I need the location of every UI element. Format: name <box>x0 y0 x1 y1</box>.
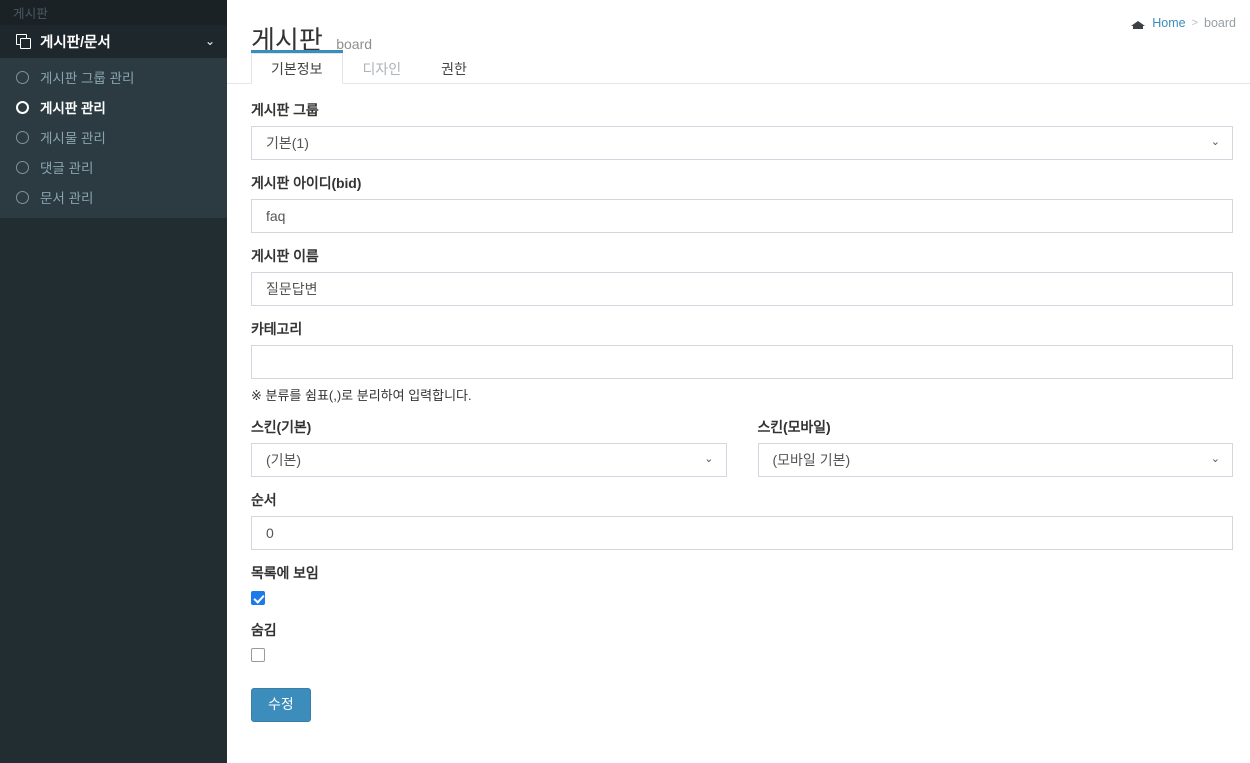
circle-o-icon <box>16 130 29 144</box>
content-area: 게시판 board Home > board 기본정보 디자인 권한 게시판 그… <box>227 0 1250 763</box>
sidebar-tree-header[interactable]: 게시판/문서 ⌄ <box>0 25 227 58</box>
field-board-group: 게시판 그룹 기본(1) ⌄ <box>251 100 1233 160</box>
page-header: 게시판 board Home > board <box>227 0 1250 54</box>
skin-default-label: 스킨(기본) <box>251 419 312 435</box>
sidebar: 게시판 게시판/문서 ⌄ 게시판 그룹 관리 게시판 관리 게시물 관리 댓글 … <box>0 0 227 763</box>
field-category: 카테고리 ※ 분류를 쉼표(,)로 분리하여 입력합니다. <box>251 319 1233 404</box>
sidebar-item-label: 문서 관리 <box>40 191 94 206</box>
field-skin-mobile: 스킨(모바일) (모바일 기본) ⌄ <box>757 417 1233 477</box>
board-name-input[interactable] <box>251 272 1233 306</box>
sidebar-item-label: 댓글 관리 <box>40 161 94 176</box>
clone-icon <box>16 34 31 49</box>
board-group-select-wrap: 기본(1) ⌄ <box>251 126 1233 160</box>
sidebar-item-label: 게시물 관리 <box>40 131 106 146</box>
skin-mobile-select-wrap: (모바일 기본) ⌄ <box>757 443 1233 477</box>
field-board-name: 게시판 이름 <box>251 246 1233 306</box>
category-input[interactable] <box>251 345 1233 379</box>
sidebar-item-comment-manage[interactable]: 댓글 관리 <box>0 152 227 182</box>
chevron-down-icon: ⌄ <box>204 33 215 48</box>
sidebar-item-label: 게시판 그룹 관리 <box>40 71 135 86</box>
admin-page: 게시판 게시판/문서 ⌄ 게시판 그룹 관리 게시판 관리 게시물 관리 댓글 … <box>0 0 1250 763</box>
skin-default-select[interactable]: (기본) <box>251 443 727 477</box>
show-in-list-checkbox[interactable] <box>251 590 265 605</box>
sidebar-tree-label: 게시판/문서 <box>40 35 111 51</box>
sidebar-brand: 게시판 <box>0 0 227 25</box>
board-settings-form: 게시판 그룹 기본(1) ⌄ 게시판 아이디(bid) 게시판 이름 카테고리 <box>227 84 1250 722</box>
field-show-in-list: 목록에 보임 <box>251 563 1233 607</box>
tab-basic-info[interactable]: 기본정보 <box>251 50 343 84</box>
board-id-label: 게시판 아이디(bid) <box>251 173 1233 193</box>
skin-mobile-label: 스킨(모바일) <box>757 419 831 435</box>
breadcrumb-separator: > <box>1191 17 1199 29</box>
skin-mobile-select[interactable]: (모바일 기본) <box>757 443 1233 477</box>
category-hint: ※ 분류를 쉼표(,)로 분리하여 입력합니다. <box>251 388 472 403</box>
circle-o-icon <box>16 190 29 204</box>
breadcrumb: Home > board <box>1131 16 1236 30</box>
circle-o-icon <box>16 70 29 84</box>
sidebar-item-label: 게시판 관리 <box>40 101 106 116</box>
sidebar-item-board-group[interactable]: 게시판 그룹 관리 <box>0 62 227 92</box>
field-order: 순서 <box>251 490 1233 550</box>
hidden-checkbox[interactable] <box>251 647 265 662</box>
tab-design[interactable]: 디자인 <box>343 53 422 84</box>
board-id-input[interactable] <box>251 199 1233 233</box>
order-label: 순서 <box>251 492 277 508</box>
board-name-label: 게시판 이름 <box>251 248 319 264</box>
sidebar-submenu: 게시판 그룹 관리 게시판 관리 게시물 관리 댓글 관리 문서 관리 <box>0 58 227 218</box>
board-group-select[interactable]: 기본(1) <box>251 126 1233 160</box>
category-label: 카테고리 <box>251 321 303 337</box>
tab-bar: 기본정보 디자인 권한 <box>227 50 1250 84</box>
skin-default-select-wrap: (기본) ⌄ <box>251 443 727 477</box>
sidebar-item-document-manage[interactable]: 문서 관리 <box>0 182 227 212</box>
order-input[interactable] <box>251 516 1233 550</box>
submit-button[interactable]: 수정 <box>251 688 311 722</box>
circle-o-icon <box>16 160 29 174</box>
sidebar-item-post-manage[interactable]: 게시물 관리 <box>0 122 227 152</box>
home-icon <box>1131 18 1146 29</box>
field-skin-default: 스킨(기본) (기본) ⌄ <box>251 417 727 477</box>
board-id-label-main: 게시판 아이디 <box>251 175 332 191</box>
show-in-list-label: 목록에 보임 <box>251 565 319 581</box>
board-id-label-suffix: (bid) <box>331 175 362 191</box>
breadcrumb-home-link[interactable]: Home <box>1152 16 1185 30</box>
field-hidden: 숨김 <box>251 620 1233 664</box>
breadcrumb-current: board <box>1204 16 1236 30</box>
sidebar-brand-label: 게시판 <box>13 7 49 21</box>
field-board-id: 게시판 아이디(bid) <box>251 173 1233 233</box>
sidebar-item-board-manage[interactable]: 게시판 관리 <box>0 92 227 122</box>
tab-permission[interactable]: 권한 <box>421 53 487 84</box>
skin-row: 스킨(기본) (기본) ⌄ 스킨(모바일) (모바일 기본) ⌄ <box>251 417 1233 477</box>
hidden-label: 숨김 <box>251 622 277 638</box>
board-group-label: 게시판 그룹 <box>251 102 319 118</box>
circle-o-icon <box>16 100 29 114</box>
